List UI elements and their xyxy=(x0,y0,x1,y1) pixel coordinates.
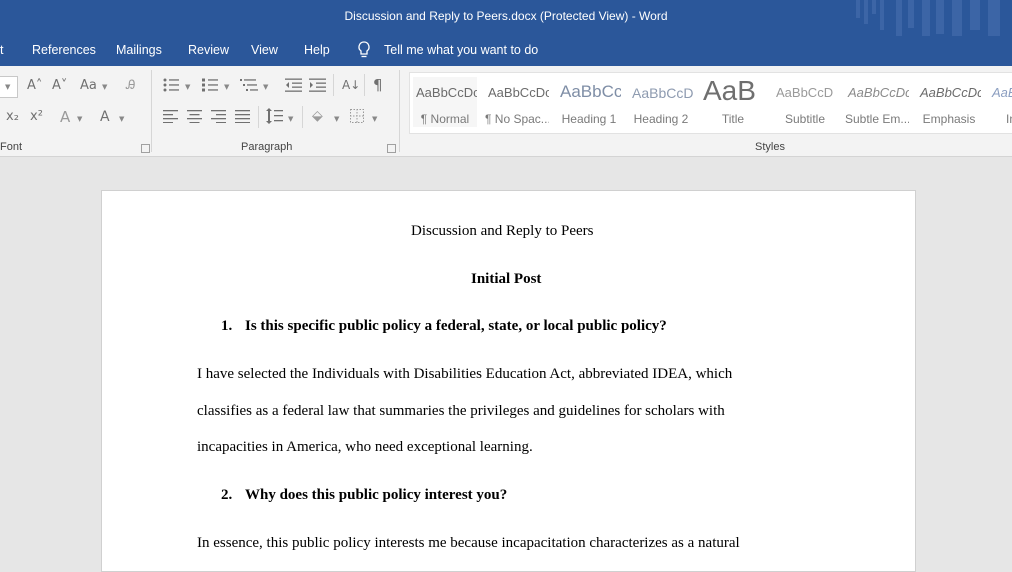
font-color-button[interactable]: A xyxy=(100,109,110,125)
shading-dropdown-icon[interactable]: ▼ xyxy=(334,115,339,123)
style-heading-1[interactable]: AaBbCc Heading 1 xyxy=(557,77,621,127)
style-preview: AaBbCcD xyxy=(632,85,693,101)
paragraph-group-label: Paragraph xyxy=(241,141,293,153)
pilcrow-icon[interactable]: ¶ xyxy=(373,77,383,93)
font-color-dropdown-icon[interactable]: ▼ xyxy=(119,115,124,123)
style-name: Title xyxy=(721,112,745,126)
clear-formatting-icon[interactable]: Ꭿ xyxy=(126,78,135,94)
style-normal[interactable]: AaBbCcDc ¶ Normal xyxy=(413,77,477,127)
document-title: Discussion and Reply to Peers xyxy=(411,223,594,239)
line-spacing-dropdown-icon[interactable]: ▼ xyxy=(288,115,293,123)
align-left-icon[interactable] xyxy=(163,110,178,123)
paragraph-dialog-launcher-icon[interactable] xyxy=(387,144,396,153)
sort-icon[interactable]: A↓ xyxy=(342,77,360,93)
style-emphasis[interactable]: AaBbCcDc Emphasis xyxy=(917,77,981,127)
tab-references[interactable]: References xyxy=(32,43,96,57)
font-group-label: Font xyxy=(0,141,23,153)
section-heading: Initial Post xyxy=(471,271,542,287)
change-case-button[interactable]: Aa xyxy=(80,78,97,94)
tab-layout[interactable]: t xyxy=(0,43,3,57)
increase-indent-icon[interactable] xyxy=(309,78,326,92)
style-preview: AaBbCcDc xyxy=(992,85,1012,100)
question-heading: Why does this public policy interest you… xyxy=(245,487,508,503)
decrease-indent-icon[interactable] xyxy=(285,78,302,92)
lightbulb-icon[interactable] xyxy=(357,41,371,59)
style-preview: AaBbCcDc xyxy=(488,85,549,100)
numbering-dropdown-icon[interactable]: ▼ xyxy=(224,83,229,91)
subscript-button[interactable]: x₂ xyxy=(6,109,19,125)
style-name: Emphasis xyxy=(922,112,976,126)
style-preview: AaB xyxy=(703,77,756,106)
ribbon: ▼ A˄ A˅ Aa ▼ Ꭿ x₂ x² A ▼ A ▼ Font ▼ ▼ ▼ … xyxy=(0,66,1012,157)
window-title: Discussion and Reply to Peers.docx (Prot… xyxy=(344,9,668,23)
align-center-icon[interactable] xyxy=(187,110,202,123)
style-heading-2[interactable]: AaBbCcD Heading 2 xyxy=(629,77,693,127)
tab-help[interactable]: Help xyxy=(304,43,330,57)
borders-icon[interactable] xyxy=(350,109,364,123)
shrink-font-button[interactable]: A˅ xyxy=(52,78,67,94)
style-subtle-emphasis[interactable]: AaBbCcDc Subtle Em... xyxy=(845,77,909,127)
divider xyxy=(258,106,259,128)
bullets-icon[interactable] xyxy=(163,78,179,92)
tab-view[interactable]: View xyxy=(251,43,278,57)
tab-review[interactable]: Review xyxy=(188,43,229,57)
divider xyxy=(364,74,365,96)
align-right-icon[interactable] xyxy=(211,110,226,123)
justify-icon[interactable] xyxy=(235,110,250,123)
style-preview: AaBbCcDc xyxy=(416,85,477,100)
shading-icon[interactable]: ⬙ xyxy=(312,108,323,124)
divider xyxy=(302,106,303,128)
superscript-button[interactable]: x² xyxy=(30,109,43,125)
style-intense-emphasis[interactable]: AaBbCcDc Inte... xyxy=(989,77,1012,127)
group-divider xyxy=(399,70,400,152)
title-bar: Discussion and Reply to Peers.docx (Prot… xyxy=(0,0,1012,36)
tell-me-search[interactable]: Tell me what you want to do xyxy=(384,43,538,57)
styles-group-label: Styles xyxy=(755,141,785,153)
style-subtitle[interactable]: AaBbCcD Subtitle xyxy=(773,77,837,127)
style-name: Subtle Em... xyxy=(845,112,909,126)
style-preview: AaBbCcDc xyxy=(848,85,909,100)
divider xyxy=(333,74,334,96)
list-number: 2. xyxy=(221,487,233,503)
multilevel-dropdown-icon[interactable]: ▼ xyxy=(263,83,268,91)
tab-mailings[interactable]: Mailings xyxy=(116,43,162,57)
line-spacing-icon[interactable] xyxy=(266,108,283,124)
style-name: Inte... xyxy=(1005,112,1012,126)
question-heading: Is this specific public policy a federal… xyxy=(245,318,667,334)
bullets-dropdown-icon[interactable]: ▼ xyxy=(185,83,190,91)
paragraph-line: In essence, this public policy interests… xyxy=(197,535,740,551)
borders-dropdown-icon[interactable]: ▼ xyxy=(372,115,377,123)
style-preview: AaBbCc xyxy=(560,82,621,101)
style-name: ¶ Normal xyxy=(420,112,470,126)
grow-font-button[interactable]: A˄ xyxy=(27,78,42,94)
paragraph-line: I have selected the Individuals with Dis… xyxy=(197,366,733,382)
paragraph-line: classifies as a federal law that summari… xyxy=(197,403,725,419)
style-name: Heading 1 xyxy=(561,112,617,126)
ribbon-tabs: t References Mailings Review View Help T… xyxy=(0,36,1012,66)
numbering-icon[interactable] xyxy=(202,78,218,92)
style-no-spacing[interactable]: AaBbCcDc ¶ No Spac... xyxy=(485,77,549,127)
multilevel-list-icon[interactable] xyxy=(240,78,258,92)
list-number: 1. xyxy=(221,318,233,334)
style-preview: AaBbCcDc xyxy=(920,85,981,100)
style-name: ¶ No Spac... xyxy=(485,112,549,126)
group-divider xyxy=(151,70,152,152)
font-dialog-launcher-icon[interactable] xyxy=(141,144,150,153)
style-preview: AaBbCcD xyxy=(776,85,834,100)
font-size-dropdown[interactable]: ▼ xyxy=(0,76,18,98)
text-effects-button[interactable]: A xyxy=(60,109,70,125)
paragraph-line: incapacities in America, who need except… xyxy=(197,439,533,455)
styles-gallery: AaBbCcDc ¶ Normal AaBbCcDc ¶ No Spac... … xyxy=(409,72,1012,134)
style-name: Subtitle xyxy=(784,112,826,126)
style-title[interactable]: AaB Title xyxy=(701,77,765,127)
change-case-dropdown-icon[interactable]: ▼ xyxy=(102,83,107,91)
document-page[interactable]: Discussion and Reply to Peers Initial Po… xyxy=(101,190,916,572)
text-effects-dropdown-icon[interactable]: ▼ xyxy=(77,115,82,123)
style-name: Heading 2 xyxy=(633,112,689,126)
